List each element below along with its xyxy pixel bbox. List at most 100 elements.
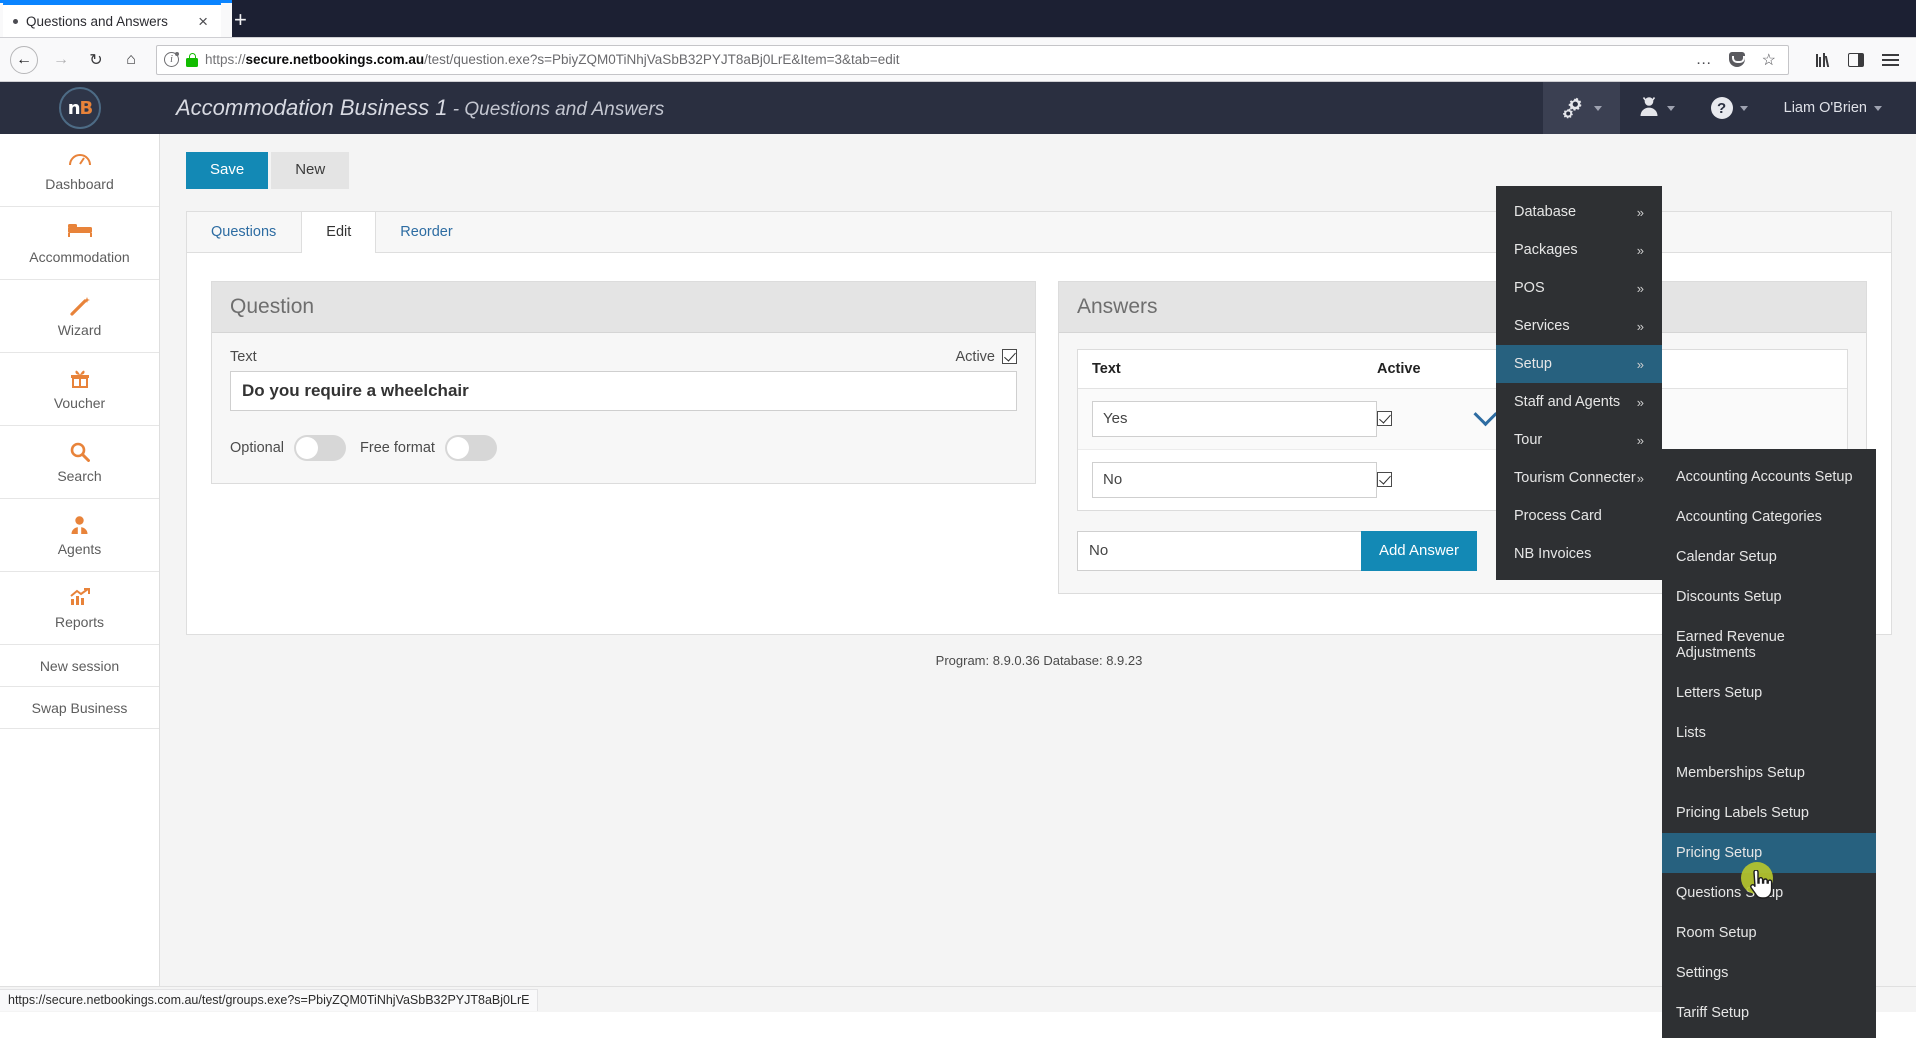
add-answer-button[interactable]: Add Answer [1360, 530, 1477, 571]
optional-toggle-group[interactable]: Optional [230, 434, 347, 461]
menu-item-process-card[interactable]: Process Card [1496, 497, 1662, 535]
answer-active-checkbox[interactable] [1377, 472, 1392, 488]
logo-text-n: n [67, 97, 81, 119]
browser-tab[interactable]: Questions and Answers × [3, 2, 221, 37]
menu-item-discounts-setup[interactable]: Discounts Setup [1662, 577, 1876, 617]
sidebar-toggle-icon[interactable] [1840, 44, 1872, 76]
chevron-down-icon[interactable] [1473, 402, 1498, 427]
menu-item-label: Setup [1514, 356, 1552, 372]
tab-favicon [13, 18, 18, 24]
menu-item-tour[interactable]: Tour » [1496, 421, 1662, 459]
menu-item-pricing-labels-setup[interactable]: Pricing Labels Setup [1662, 793, 1876, 833]
back-icon[interactable]: ← [10, 45, 38, 74]
settings-menu-button[interactable] [1542, 82, 1620, 134]
library-icon[interactable] [1806, 44, 1838, 76]
free-format-switch[interactable] [444, 434, 497, 461]
page-info-icon[interactable]: i [164, 52, 179, 67]
browser-nav-bar: ← → ↻ ⌂ i https://secure.netbookings.com… [0, 38, 1916, 82]
active-label: Active [955, 348, 996, 365]
menu-item-staff-and-agents[interactable]: Staff and Agents » [1496, 383, 1662, 421]
url-scheme: https:// [205, 52, 246, 67]
reload-icon[interactable]: ↻ [80, 44, 112, 76]
answer-active-checkbox[interactable] [1377, 411, 1392, 427]
menu-item-pos[interactable]: POS » [1496, 269, 1662, 307]
sidebar-item-label: Agents [57, 540, 102, 557]
hamburger-menu-icon[interactable] [1874, 44, 1906, 76]
sidebar-item-agents[interactable]: Agents [0, 499, 159, 572]
menu-item-setup[interactable]: Setup » [1496, 345, 1662, 383]
answers-table-header: Text Active [1078, 350, 1847, 389]
table-row [1078, 388, 1847, 450]
menu-item-label: Accounting Accounts Setup [1676, 469, 1853, 485]
add-answer-input[interactable] [1077, 530, 1361, 571]
menu-item-services[interactable]: Services » [1496, 307, 1662, 345]
new-button[interactable]: New [271, 152, 350, 189]
sidebar-item-search[interactable]: Search [0, 426, 159, 499]
menu-item-accounting-accounts-setup[interactable]: Accounting Accounts Setup [1662, 457, 1876, 497]
chevron-right-icon: » [1636, 318, 1644, 334]
answers-card-title: Answers [1059, 281, 1866, 333]
menu-item-room-setup[interactable]: Room Setup [1662, 913, 1876, 953]
sidebar-item-new-session[interactable]: New session [0, 645, 159, 687]
user-account-menu-button[interactable] [1620, 82, 1693, 134]
save-button[interactable]: Save [186, 152, 269, 189]
answer-text-input[interactable] [1092, 400, 1377, 437]
menu-item-accounting-categories[interactable]: Accounting Categories [1662, 497, 1876, 537]
answer-text-input[interactable] [1092, 461, 1377, 498]
menu-item-label: Staff and Agents [1514, 394, 1621, 410]
app-logo[interactable]: nB [0, 82, 160, 134]
menu-item-nb-invoices[interactable]: NB Invoices [1496, 535, 1662, 573]
search-icon [69, 441, 90, 463]
url-bar[interactable]: i https://secure.netbookings.com.au/test… [156, 44, 1789, 75]
business-name: Accommodation Business 1 [176, 95, 448, 120]
bookmark-star-icon[interactable]: ☆ [1757, 50, 1781, 70]
menu-item-settings[interactable]: Settings [1662, 953, 1876, 993]
sidebar-item-dashboard[interactable]: Dashboard [0, 134, 159, 207]
menu-item-tourism-connecter[interactable]: Tourism Connecter » [1496, 459, 1662, 497]
user-name-label: Liam O'Brien [1783, 100, 1867, 116]
user-name-menu-button[interactable]: Liam O'Brien [1766, 82, 1900, 134]
menu-item-earned-revenue-adjustments[interactable]: Earned Revenue Adjustments [1662, 617, 1876, 673]
menu-item-database[interactable]: Database » [1496, 193, 1662, 231]
home-icon[interactable]: ⌂ [115, 44, 147, 76]
menu-item-label: Tour [1514, 432, 1543, 448]
question-active-toggle[interactable]: Active [955, 348, 1017, 365]
chevron-down-icon [1874, 105, 1882, 111]
browser-tab-title: Questions and Answers [26, 13, 168, 29]
url-input[interactable]: https://secure.netbookings.com.au/test/q… [205, 52, 1684, 67]
question-card: Question Text Active Do you require a wh… [211, 280, 1036, 484]
help-menu-button[interactable]: ? [1693, 82, 1766, 134]
menu-item-calendar-setup[interactable]: Calendar Setup [1662, 537, 1876, 577]
free-format-toggle-group[interactable]: Free format [360, 434, 497, 461]
action-toolbar: Save New [186, 152, 1892, 189]
text-field-label: Text [230, 348, 257, 365]
tab-reorder[interactable]: Reorder [376, 212, 477, 252]
close-icon[interactable]: × [195, 13, 211, 30]
sidebar-item-reports[interactable]: Reports [0, 572, 159, 645]
menu-item-tariff-setup[interactable]: Tariff Setup [1662, 993, 1876, 1033]
active-checkbox[interactable] [1002, 349, 1017, 365]
header-tools: ? Liam O'Brien [1542, 82, 1916, 134]
menu-item-memberships-setup[interactable]: Memberships Setup [1662, 753, 1876, 793]
tab-questions[interactable]: Questions [187, 212, 301, 252]
page-title: Accommodation Business 1 - Questions and… [160, 95, 664, 121]
sidebar-item-accommodation[interactable]: Accommodation [0, 207, 159, 280]
chevron-right-icon: » [1636, 242, 1644, 258]
agent-icon [69, 514, 90, 536]
page-actions-icon[interactable]: … [1691, 51, 1717, 69]
pocket-icon[interactable] [1724, 52, 1750, 67]
optional-switch[interactable] [294, 434, 347, 461]
menu-item-letters-setup[interactable]: Letters Setup [1662, 673, 1876, 713]
new-tab-icon[interactable]: + [234, 9, 247, 31]
sidebar-item-swap-business[interactable]: Swap Business [0, 687, 159, 729]
column-header-text: Text [1092, 360, 1121, 377]
menu-item-3rd-party-suppliers[interactable]: 3rd Party Suppliers [1662, 1033, 1876, 1038]
sidebar-item-voucher[interactable]: Voucher [0, 353, 159, 426]
tab-edit[interactable]: Edit [301, 211, 377, 253]
menu-item-packages[interactable]: Packages » [1496, 231, 1662, 269]
menu-item-lists[interactable]: Lists [1662, 713, 1876, 753]
chevron-right-icon: » [1636, 204, 1644, 220]
menu-item-label: Letters Setup [1676, 685, 1763, 701]
sidebar-item-wizard[interactable]: Wizard [0, 280, 159, 353]
question-text-input[interactable] [230, 370, 1017, 411]
